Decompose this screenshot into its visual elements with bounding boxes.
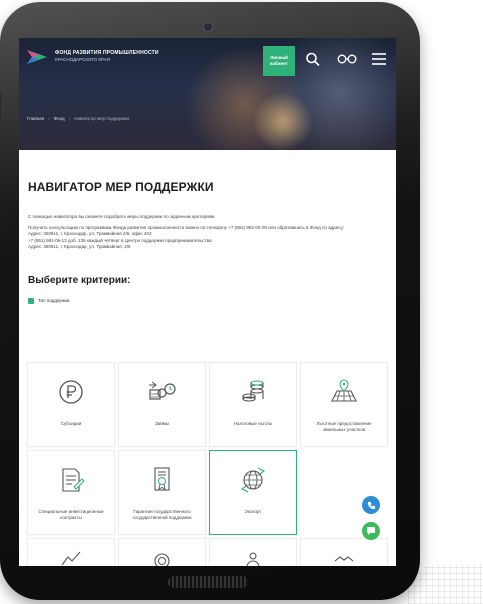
support-tiles-grid: Субсидии Займы Налоговые льготы Льготные…: [28, 363, 387, 566]
coins-stack-icon: [242, 380, 264, 402]
volume-down-button: [0, 134, 1, 164]
tile-label: Субсидии: [60, 421, 82, 426]
breadcrumb-home[interactable]: Главная: [27, 116, 44, 121]
land-map-icon: [331, 379, 357, 402]
page-title: НАВИГАТОР МЕР ПОДДЕРЖКИ: [28, 180, 214, 194]
support-type-filter[interactable]: Тип поддержки: [28, 297, 387, 304]
chart-growth-icon: [61, 551, 81, 566]
breadcrumb-separator: ›: [48, 116, 50, 121]
ruble-coin-icon: [59, 380, 83, 404]
chat-button[interactable]: [362, 522, 380, 540]
speaker-grille: [168, 576, 248, 588]
tile-partial[interactable]: [28, 539, 114, 566]
target-icon: [154, 553, 170, 566]
background-grid-decoration: [408, 564, 483, 604]
fund-logo-icon[interactable]: [27, 50, 47, 64]
volume-up-button: [0, 92, 1, 122]
intro-text: С помощью навигатора вы сможете подобрат…: [28, 214, 387, 251]
intro-paragraph: С помощью навигатора вы сможете подобрат…: [28, 214, 216, 219]
breadcrumb-current: Навигатор мер поддержки: [74, 116, 129, 121]
personal-cabinet-label: Личный кабинет: [270, 55, 288, 66]
tile-subsidies[interactable]: Субсидии: [28, 363, 114, 446]
tile-label: Налоговые льготы: [233, 421, 273, 426]
tile-label: Гарантии государственного государственно…: [132, 509, 192, 520]
screen: ФОНД РАЗВИТИЯ ПРОМЫШЛЕННОСТИ КРАСНОДАРСК…: [19, 38, 396, 566]
tile-special-contracts[interactable]: Специальные инвестиционные контракты: [28, 451, 114, 534]
chat-bubble-icon: [367, 527, 375, 535]
breadcrumb-fund[interactable]: Фонд: [54, 116, 65, 121]
org-name-line1: ФОНД РАЗВИТИЯ ПРОМЫШЛЕННОСТИ: [55, 50, 159, 56]
loan-clock-icon: [149, 381, 176, 400]
breadcrumb: Главная › Фонд › Навигатор мер поддержки: [27, 116, 129, 121]
phone-icon: [367, 501, 375, 509]
org-name[interactable]: ФОНД РАЗВИТИЯ ПРОМЫШЛЕННОСТИ КРАСНОДАРСК…: [55, 50, 159, 62]
tile-label: Экспорт: [244, 509, 262, 514]
certificate-icon: [154, 467, 170, 491]
tablet-frame: ФОНД РАЗВИТИЯ ПРОМЫШЛЕННОСТИ КРАСНОДАРСК…: [0, 2, 420, 600]
menu-icon[interactable]: [371, 52, 387, 66]
tile-empty-slot: [301, 451, 387, 534]
breadcrumb-separator: ›: [68, 116, 71, 121]
tile-tax-benefits[interactable]: Налоговые льготы: [210, 363, 296, 446]
filter-checkbox[interactable]: [28, 297, 34, 304]
accessibility-glasses-icon[interactable]: [337, 52, 357, 66]
contract-document-icon: [62, 468, 85, 492]
front-camera: [203, 22, 213, 32]
call-button[interactable]: [362, 496, 380, 514]
tile-partial[interactable]: [119, 539, 205, 566]
personal-cabinet-button[interactable]: Личный кабинет: [263, 46, 295, 76]
tile-label: Льготные предоставление земельных участк…: [316, 421, 372, 432]
criteria-title: Выберите критерии:: [28, 274, 131, 286]
tile-loans[interactable]: Займы: [119, 363, 205, 446]
hero-header: ФОНД РАЗВИТИЯ ПРОМЫШЛЕННОСТИ КРАСНОДАРСК…: [19, 38, 396, 150]
tile-partial[interactable]: [301, 539, 387, 566]
filter-label: Тип поддержки: [38, 298, 70, 303]
top-bar: ФОНД РАЗВИТИЯ ПРОМЫШЛЕННОСТИ КРАСНОДАРСК…: [19, 38, 396, 78]
globe-export-icon: [240, 467, 266, 493]
tile-export[interactable]: Экспорт: [210, 451, 296, 534]
intro-paragraph: Адрес: 350911, г. Краснодар, ул. Трамвай…: [28, 244, 131, 249]
tile-state-guarantees[interactable]: Гарантии государственного государственно…: [119, 451, 205, 534]
handshake-icon: [334, 556, 354, 562]
tile-label: Специальные инвестиционные контракты: [38, 509, 104, 520]
tile-land-plots[interactable]: Льготные предоставление земельных участк…: [301, 363, 387, 446]
main-content: НАВИГАТОР МЕР ПОДДЕРЖКИ С помощью навига…: [19, 180, 396, 304]
org-name-line2: КРАСНОДАРСКОГО КРАЯ: [55, 57, 110, 62]
person-icon: [246, 552, 260, 566]
tile-partial[interactable]: [210, 539, 296, 566]
tile-label: Займы: [154, 421, 170, 426]
search-icon[interactable]: [305, 52, 321, 66]
